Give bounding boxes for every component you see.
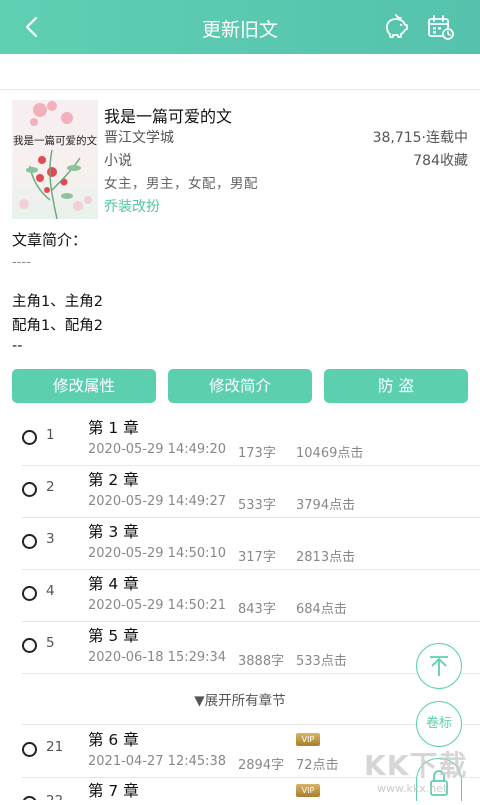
volume-label: 卷标 [425,716,452,731]
chapter-row[interactable]: 2 第 2 章 2020-05-29 14:49:27 533字 3794点击 [0,466,480,518]
chapter-clicks: 10469点击 [296,446,364,461]
chapter-row[interactable]: 4 第 4 章 2020-05-29 14:50:21 843字 684点击 [0,570,480,622]
chapter-title: 第 5 章 [88,627,139,645]
book-stats-words-status: 38,715·连载中 [372,130,468,146]
chapter-clicks: 3794点击 [296,498,356,513]
anti-theft-button[interactable]: 防 盗 [324,369,468,403]
chapter-clicks: 2813点击 [296,550,356,565]
top-bar: 更新旧文 [0,0,480,54]
chapter-title: 第 4 章 [88,575,139,593]
chapter-time: 2020-05-29 14:49:20 [88,442,227,457]
edit-attributes-button[interactable]: 修改属性 [12,369,156,403]
chapter-number: 21 [46,739,64,755]
book-title: 我是一篇可爱的文 [104,107,233,126]
select-radio[interactable] [22,430,37,445]
chapter-words: 3888字 [238,654,285,669]
chapter-clicks: 684点击 [296,602,347,617]
chapter-number: 1 [46,427,55,443]
chapter-title: 第 2 章 [88,471,139,489]
chapter-time: 2020-06-18 15:29:34 [88,650,227,665]
select-radio[interactable] [22,742,37,757]
divider [0,89,480,90]
watermark-logo: KK下载 [364,749,468,782]
book-type: 小说 [104,153,132,169]
chapter-time: 2021-04-27 12:45:38 [88,754,227,769]
intro-line: ---- [12,255,31,270]
arrow-up-icon [430,656,448,676]
chapter-words: 2894字 [238,758,285,773]
select-radio[interactable] [22,638,37,653]
divider [22,724,480,725]
vip-badge: VIP [296,784,320,797]
chapter-number: 22 [46,793,63,800]
edit-intro-button[interactable]: 修改简介 [168,369,312,403]
chapter-title: 第 6 章 [88,731,139,749]
chapter-number: 3 [46,531,55,547]
chapter-number: 4 [46,583,55,599]
book-tags: 女主，男主，女配，男配 [104,176,258,192]
book-cover[interactable]: 我是一篇可爱的文 [12,100,98,219]
chapter-row[interactable]: 3 第 3 章 2020-05-29 14:50:10 317字 2813点击 [0,518,480,570]
intro-line: 配角1、配角2 [12,318,103,334]
chapter-number: 5 [46,635,55,651]
cover-title: 我是一篇可爱的文 [13,135,97,147]
vip-badge: VIP [296,733,320,746]
chapter-time: 2020-05-29 14:50:21 [88,598,227,613]
intro-label: 文章简介： [12,231,88,249]
watermark-url: www.kkx.net [377,782,448,795]
chapter-number: 2 [46,479,55,495]
chapter-title: 第 7 章 [88,782,139,800]
select-radio[interactable] [22,796,37,800]
intro-line: 主角1、主角2 [12,294,103,310]
expand-all-chapters-link[interactable]: ▼展开所有章节 [0,689,480,709]
chapter-words: 173字 [238,446,276,461]
divider [22,673,480,674]
chapter-time: 2020-05-29 14:50:10 [88,546,227,561]
chapter-row[interactable]: 1 第 1 章 2020-05-29 14:49:20 173字 10469点击 [0,414,480,466]
book-site: 晋江文学城 [104,130,174,146]
chapter-words: 533字 [238,498,276,513]
chapter-clicks: 72点击 [296,758,339,773]
chapter-words: 843字 [238,602,276,617]
volume-label-button[interactable]: 卷标 [416,701,462,747]
select-radio[interactable] [22,534,37,549]
scroll-top-button[interactable] [416,643,462,689]
chapter-row[interactable]: 5 第 5 章 2020-06-18 15:29:34 3888字 533点击 [0,622,480,674]
book-favorites: 784收藏 [413,153,468,169]
chapter-title: 第 1 章 [88,419,139,437]
calendar-icon[interactable] [425,12,455,42]
chapter-clicks: 533点击 [296,654,347,669]
intro-line: -- [12,338,23,354]
book-category-link[interactable]: 乔装改扮 [104,196,160,216]
chapter-time: 2020-05-29 14:49:27 [88,494,227,509]
piggy-bank-icon[interactable] [381,12,411,42]
flower-illustration [19,101,92,219]
select-radio[interactable] [22,586,37,601]
chapter-title: 第 3 章 [88,523,139,541]
chapter-words: 317字 [238,550,276,565]
select-radio[interactable] [22,482,37,497]
